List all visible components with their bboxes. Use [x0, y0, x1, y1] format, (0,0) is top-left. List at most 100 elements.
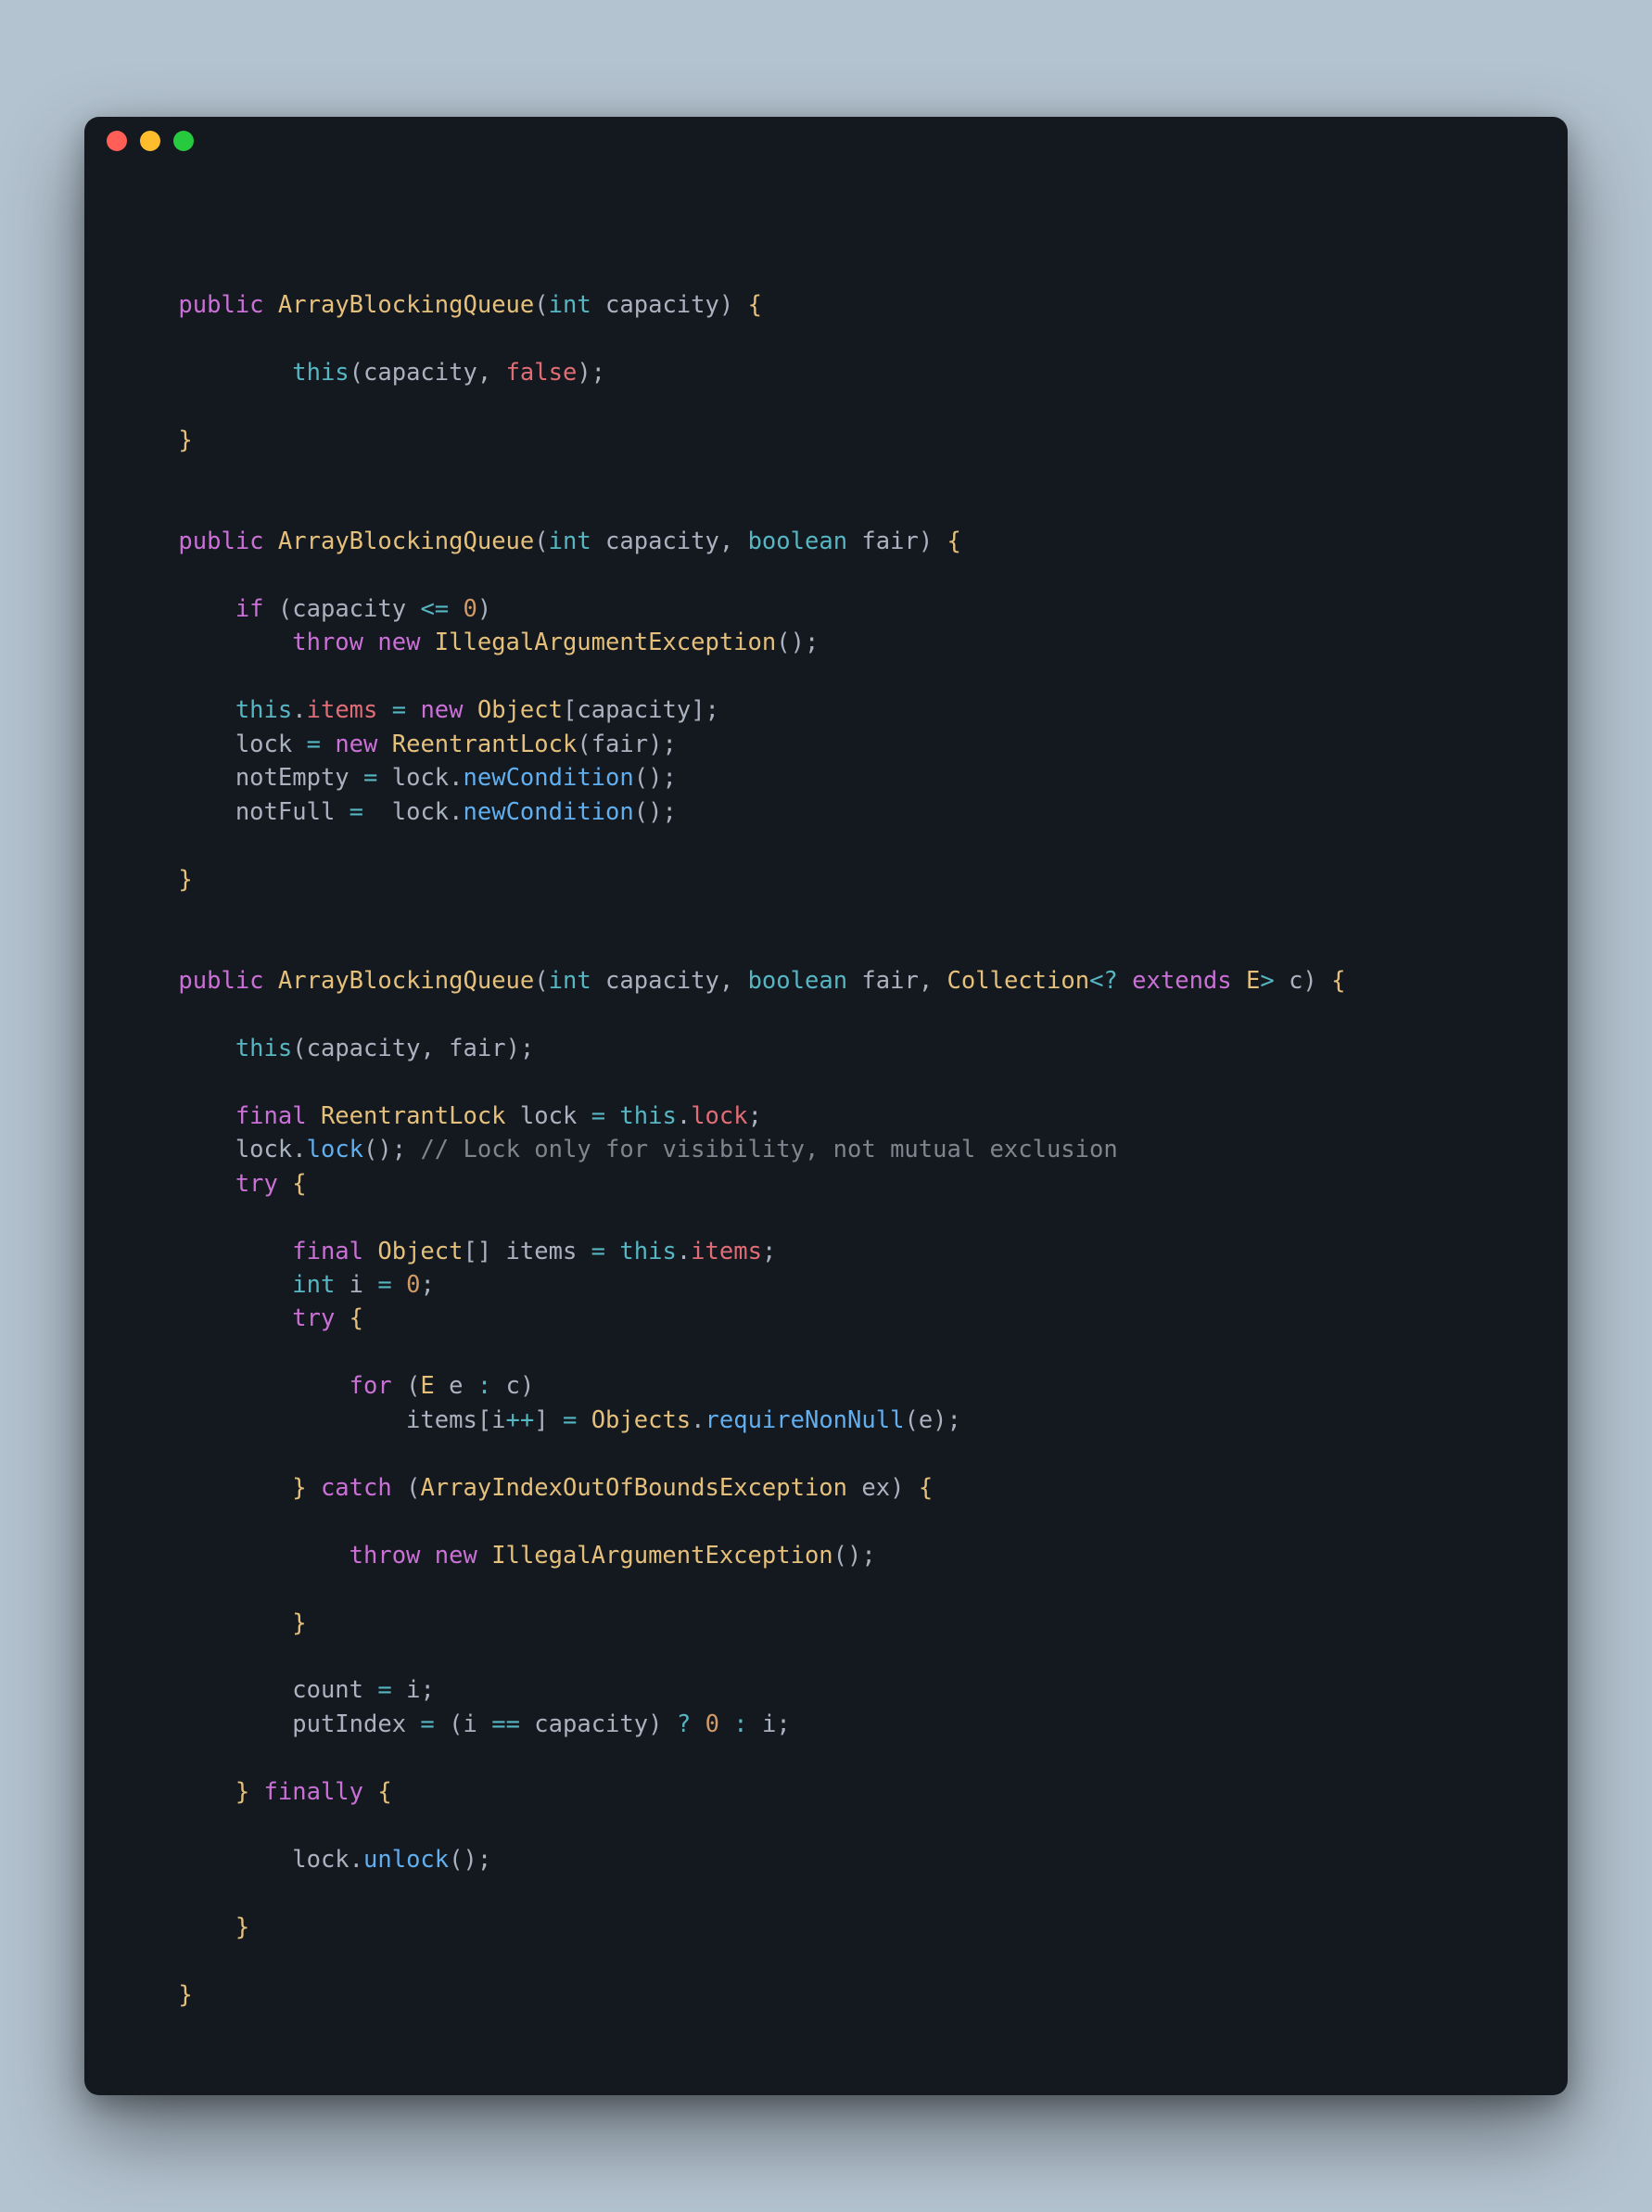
code-token: ,	[719, 528, 748, 555]
code-token: capacity	[307, 1035, 421, 1062]
code-token: =	[392, 696, 406, 724]
code-token: i	[762, 1710, 776, 1738]
code-token: this	[235, 1035, 292, 1062]
code-token: {	[292, 1170, 306, 1198]
code-token: if	[235, 595, 264, 623]
code-token: [	[477, 1406, 491, 1434]
code-token: capacity	[292, 595, 406, 623]
code-token: ArrayBlockingQueue	[278, 528, 534, 555]
code-token	[121, 1238, 292, 1265]
code-token: lock	[392, 798, 449, 826]
code-token	[392, 1271, 406, 1299]
code-token	[121, 696, 235, 724]
code-token	[605, 1238, 619, 1265]
code-token: public	[178, 528, 263, 555]
code-token	[121, 967, 178, 995]
code-token: count	[292, 1676, 363, 1704]
code-token: ?	[677, 1710, 691, 1738]
code-token: );	[933, 1406, 961, 1434]
code-token: fair	[449, 1035, 505, 1062]
code-token: =	[377, 1271, 391, 1299]
code-token: capacity	[605, 528, 719, 555]
code-token: false	[506, 359, 578, 387]
code-token: int	[292, 1271, 335, 1299]
code-token: public	[178, 967, 263, 995]
code-token	[121, 1474, 292, 1502]
code-token: )	[890, 1474, 919, 1502]
code-token: lock	[520, 1102, 577, 1130]
code-token	[249, 1778, 263, 1806]
code-token	[748, 1710, 762, 1738]
code-token	[121, 731, 235, 758]
code-token: extends	[1132, 967, 1231, 995]
code-token: ;	[762, 1238, 776, 1265]
code-token: ();	[833, 1542, 876, 1570]
code-token	[464, 1372, 477, 1400]
code-token: }	[178, 866, 192, 894]
code-token: ();	[363, 1136, 420, 1163]
code-token: for	[349, 1372, 392, 1400]
code-token: capacity	[577, 696, 691, 724]
code-token: );	[577, 359, 605, 387]
code-token: capacity	[605, 967, 719, 995]
code-token: .	[292, 1136, 306, 1163]
code-token: try	[235, 1170, 278, 1198]
code-token: Object	[477, 696, 563, 724]
code-token: E	[420, 1372, 434, 1400]
code-token: ();	[634, 798, 677, 826]
code-token	[121, 1609, 292, 1637]
code-token	[335, 1271, 349, 1299]
code-token	[121, 1778, 235, 1806]
code-token: boolean	[748, 528, 847, 555]
code-token	[605, 1102, 619, 1130]
code-token: {	[349, 1304, 363, 1332]
code-token	[307, 1474, 321, 1502]
code-token: (	[278, 595, 292, 623]
code-token: }	[235, 1778, 249, 1806]
code-token: new	[377, 629, 420, 656]
code-token: Objects	[591, 1406, 691, 1434]
code-token	[691, 1710, 705, 1738]
code-token	[577, 1406, 591, 1434]
code-token: .	[292, 696, 306, 724]
code-token	[435, 1372, 449, 1400]
editor-window: public ArrayBlockingQueue(int capacity) …	[84, 117, 1568, 2095]
code-token: .	[677, 1238, 691, 1265]
code-token: {	[1331, 967, 1345, 995]
code-token: this	[292, 359, 349, 387]
close-icon[interactable]	[107, 131, 127, 151]
code-token	[121, 1102, 235, 1130]
code-token: lock	[235, 731, 292, 758]
code-token	[719, 1710, 733, 1738]
code-token	[121, 1136, 235, 1163]
code-token	[491, 1372, 505, 1400]
code-token	[335, 1304, 349, 1332]
code-token: this	[619, 1238, 676, 1265]
code-token: )	[719, 291, 748, 319]
code-token	[520, 1710, 534, 1738]
code-token: items	[691, 1238, 762, 1265]
code-token: i	[464, 1710, 477, 1738]
code-token: )	[648, 1710, 677, 1738]
code-token: final	[235, 1102, 307, 1130]
code-token	[264, 528, 278, 555]
code-token: );	[648, 731, 677, 758]
code-token	[420, 629, 434, 656]
code-token	[1275, 967, 1289, 995]
code-token: int	[549, 967, 591, 995]
titlebar	[84, 117, 1568, 165]
zoom-icon[interactable]	[173, 131, 194, 151]
code-token: .	[449, 764, 463, 792]
code-token: {	[919, 1474, 933, 1502]
minimize-icon[interactable]	[140, 131, 160, 151]
code-token	[264, 595, 278, 623]
code-token: c	[506, 1372, 520, 1400]
code-token	[121, 595, 235, 623]
code-token	[392, 1372, 406, 1400]
code-token: [	[563, 696, 577, 724]
code-token	[121, 1304, 292, 1332]
code-token	[591, 528, 605, 555]
code-token	[121, 291, 178, 319]
code-token: ;	[748, 1102, 762, 1130]
code-token: int	[549, 528, 591, 555]
